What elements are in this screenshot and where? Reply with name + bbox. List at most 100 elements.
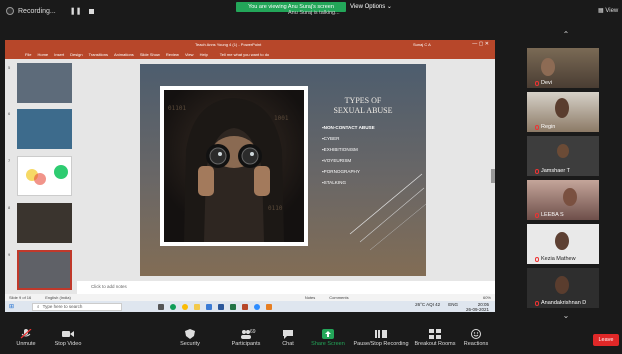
participant-avatar [557,144,569,158]
chat-bubble-icon [283,330,293,339]
participant-name-row: Devi [535,80,552,86]
thumb-number: 8 [8,205,11,210]
folder-icon[interactable] [194,303,201,310]
clock-date[interactable]: 26-09-2021 [466,307,489,312]
pause-recording-label: Pause/Stop Recording [353,341,409,347]
notes-pane[interactable]: Click to add notes [77,281,495,294]
gallery-down-chevron-icon[interactable]: ⌄ [549,311,583,321]
slide-count: Slide 9 of 16 [9,295,32,300]
slide-heading: TYPES OF SEXUAL ABUSE [318,96,408,116]
bullet-item: ▪CYBER [322,136,340,141]
participant-tile[interactable]: Kezia Mathew [527,224,599,264]
taskbar-icons [158,303,273,310]
ribbon-tab[interactable]: Animations [114,52,134,57]
stop-video-label: Stop Video [54,341,82,347]
slide-thumbnails: 5 6 7 8 9 [5,59,77,294]
leave-button[interactable]: Leave [593,334,619,346]
participant-name-row: Jamshaer T [535,168,570,174]
participant-tile[interactable]: Devi [527,48,599,88]
windows-start-icon[interactable]: ⊞ [9,303,14,310]
muted-mic-icon [535,168,539,174]
ppt-status-bar: Slide 9 of 16 English (India) Notes Comm… [5,294,495,301]
ribbon-tab[interactable]: Help [200,52,208,57]
edge-icon[interactable] [170,303,177,310]
windows-taskbar: ⊞ ⌕ Type here to search 26°C AQI 42 ENG … [5,301,495,312]
view-options-button[interactable]: View Options ⌄ [350,3,392,10]
participant-avatar [555,276,569,294]
participant-tile[interactable]: LEEBA S [527,180,599,220]
zoom-level[interactable]: 60% [483,295,491,300]
chrome-icon[interactable] [182,303,189,310]
ribbon-tab[interactable]: Insert [54,52,64,57]
thumb-number: 5 [8,65,11,70]
ribbon-tab[interactable]: Home [37,52,48,57]
media-icon[interactable] [266,303,273,310]
participant-name-row: Regin [535,124,555,130]
reactions-button[interactable]: Reactions [446,329,506,347]
participant-avatar [555,232,569,250]
pause-stop-icon [375,330,387,338]
record-icon [6,7,14,15]
participant-tile[interactable]: Anandakrishnan D [527,268,599,308]
zoom-app-icon[interactable] [254,303,261,310]
taskbar-search-input[interactable]: ⌕ Type here to search [32,302,123,311]
muted-mic-icon [535,124,539,130]
recording-label: Recording... [18,7,56,15]
recording-indicator: Recording... ❚❚ [6,4,95,18]
slide-thumbnail[interactable] [17,203,72,243]
ribbon-tab[interactable]: View [185,52,194,57]
security-button[interactable]: Security [160,329,220,347]
gallery-up-chevron-icon[interactable]: ⌃ [549,30,583,40]
muted-microphone-icon [20,329,32,339]
participant-name: Jamshaer T [541,168,570,174]
stop-recording-icon[interactable] [89,8,95,14]
participant-tile[interactable]: Jamshaer T [527,136,599,176]
muted-mic-icon [535,212,539,218]
participant-avatar [541,58,555,76]
participant-name: Devi [541,80,553,86]
participant-tile[interactable]: Regin [527,92,599,132]
excel-icon[interactable] [230,303,237,310]
tell-me-input[interactable]: Tell me what you want to do [220,52,269,57]
window-title: Teach Anns Young 4 (1) - PowerPoint [195,42,262,47]
scroll-thumb[interactable] [491,169,495,183]
svg-text:01101: 01101 [168,105,186,112]
breakout-grid-icon [429,329,441,339]
bullet-item: ▪PORNOGRAPHY [322,169,360,174]
slide-thumbnail[interactable] [17,109,72,149]
ribbon-tab[interactable]: Transitions [89,52,108,57]
participant-name-row: Anandakrishnan D [535,300,586,306]
powerpoint-icon[interactable] [242,303,249,310]
slide-thumbnail[interactable] [17,156,72,196]
ribbon-tab[interactable]: Design [70,52,82,57]
slide-thumbnail[interactable] [17,63,72,103]
talking-indicator: Anu Suraj is talking... [288,10,340,16]
participant-count-badge: 69 [250,329,256,335]
security-label: Security [180,341,200,347]
ribbon-tab[interactable]: Slide Show [140,52,160,57]
reactions-label: Reactions [463,341,489,347]
ribbon-tab[interactable]: Review [166,52,179,57]
input-language[interactable]: ENG [448,302,458,312]
view-button[interactable]: ▦ View [598,7,618,14]
comments-button[interactable]: Comments [329,295,348,300]
pause-recording-icon[interactable]: ❚❚ [70,7,82,15]
participant-name: Kezia Mathew [541,256,576,262]
notes-button[interactable]: Notes [305,295,315,300]
word-icon[interactable] [218,303,225,310]
store-icon[interactable] [206,303,213,310]
thumb-number: 7 [8,158,11,163]
ribbon-tab[interactable]: File [25,52,31,57]
binoculars-hooded-figure-image: 01101 1001 0110 [164,90,304,242]
view-options-label: View Options [350,4,386,10]
task-view-icon[interactable] [158,303,165,310]
shield-icon [185,329,195,339]
stop-video-button[interactable]: Stop Video [38,329,98,347]
slide-heading-line: TYPES OF [344,96,382,105]
weather[interactable]: 26°C AQI 42 [415,302,440,312]
chevron-down-icon: ⌄ [386,4,392,10]
slide-photo-frame: 01101 1001 0110 [160,86,308,246]
user-name: Sunaj C A [413,42,431,47]
slide-thumbnail-selected[interactable] [17,250,72,290]
window-controls[interactable]: — ▢ ✕ [472,41,489,47]
